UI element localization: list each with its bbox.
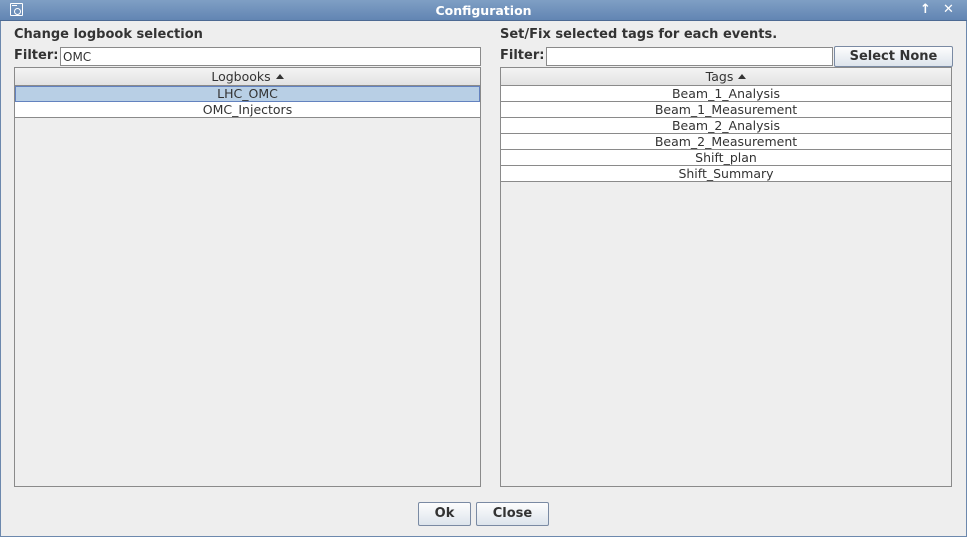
tags-header-label: Tags <box>705 69 734 84</box>
sort-ascending-icon <box>738 74 747 79</box>
window-title: Configuration <box>435 3 532 18</box>
tags-list: Beam_1_Analysis Beam_1_Measurement Beam_2_… <box>501 86 951 182</box>
logbook-filter-input[interactable] <box>60 47 481 66</box>
logbooks-table[interactable]: Logbooks LHC_OMC OMC_Injectors <box>14 67 481 487</box>
tags-filter-label: Filter: <box>500 48 545 63</box>
sort-ascending-icon <box>275 74 284 79</box>
logbooks-header-label: Logbooks <box>211 69 271 84</box>
logbook-filter-label: Filter: <box>14 48 59 63</box>
tag-row[interactable]: Shift_plan <box>501 150 951 166</box>
tag-row[interactable]: Beam_2_Analysis <box>501 118 951 134</box>
tags-section-title: Set/Fix selected tags for each events. <box>500 27 778 42</box>
logbook-section-title: Change logbook selection <box>14 27 203 42</box>
logbooks-list: LHC_OMC OMC_Injectors <box>15 86 480 118</box>
ok-button[interactable]: Ok <box>418 502 471 526</box>
tag-row[interactable]: Beam_1_Measurement <box>501 102 951 118</box>
select-none-button[interactable]: Select None <box>834 46 953 67</box>
tag-row[interactable]: Shift_Summary <box>501 166 951 182</box>
tags-table[interactable]: Tags Beam_1_Analysis Beam_1_Measurement Be… <box>500 67 952 487</box>
tags-filter-input[interactable] <box>546 47 833 66</box>
close-icon[interactable]: ✕ <box>940 2 957 18</box>
logbooks-column-header[interactable]: Logbooks <box>15 68 480 86</box>
maximize-icon[interactable]: ↑ <box>917 2 934 18</box>
logbook-row[interactable]: LHC_OMC <box>15 86 480 102</box>
tag-row[interactable]: Beam_2_Measurement <box>501 134 951 150</box>
title-bar: Configuration ↑ ✕ <box>0 0 967 21</box>
tags-column-header[interactable]: Tags <box>501 68 951 86</box>
close-button[interactable]: Close <box>476 502 549 526</box>
tag-row[interactable]: Beam_1_Analysis <box>501 86 951 102</box>
logbook-row[interactable]: OMC_Injectors <box>15 102 480 118</box>
